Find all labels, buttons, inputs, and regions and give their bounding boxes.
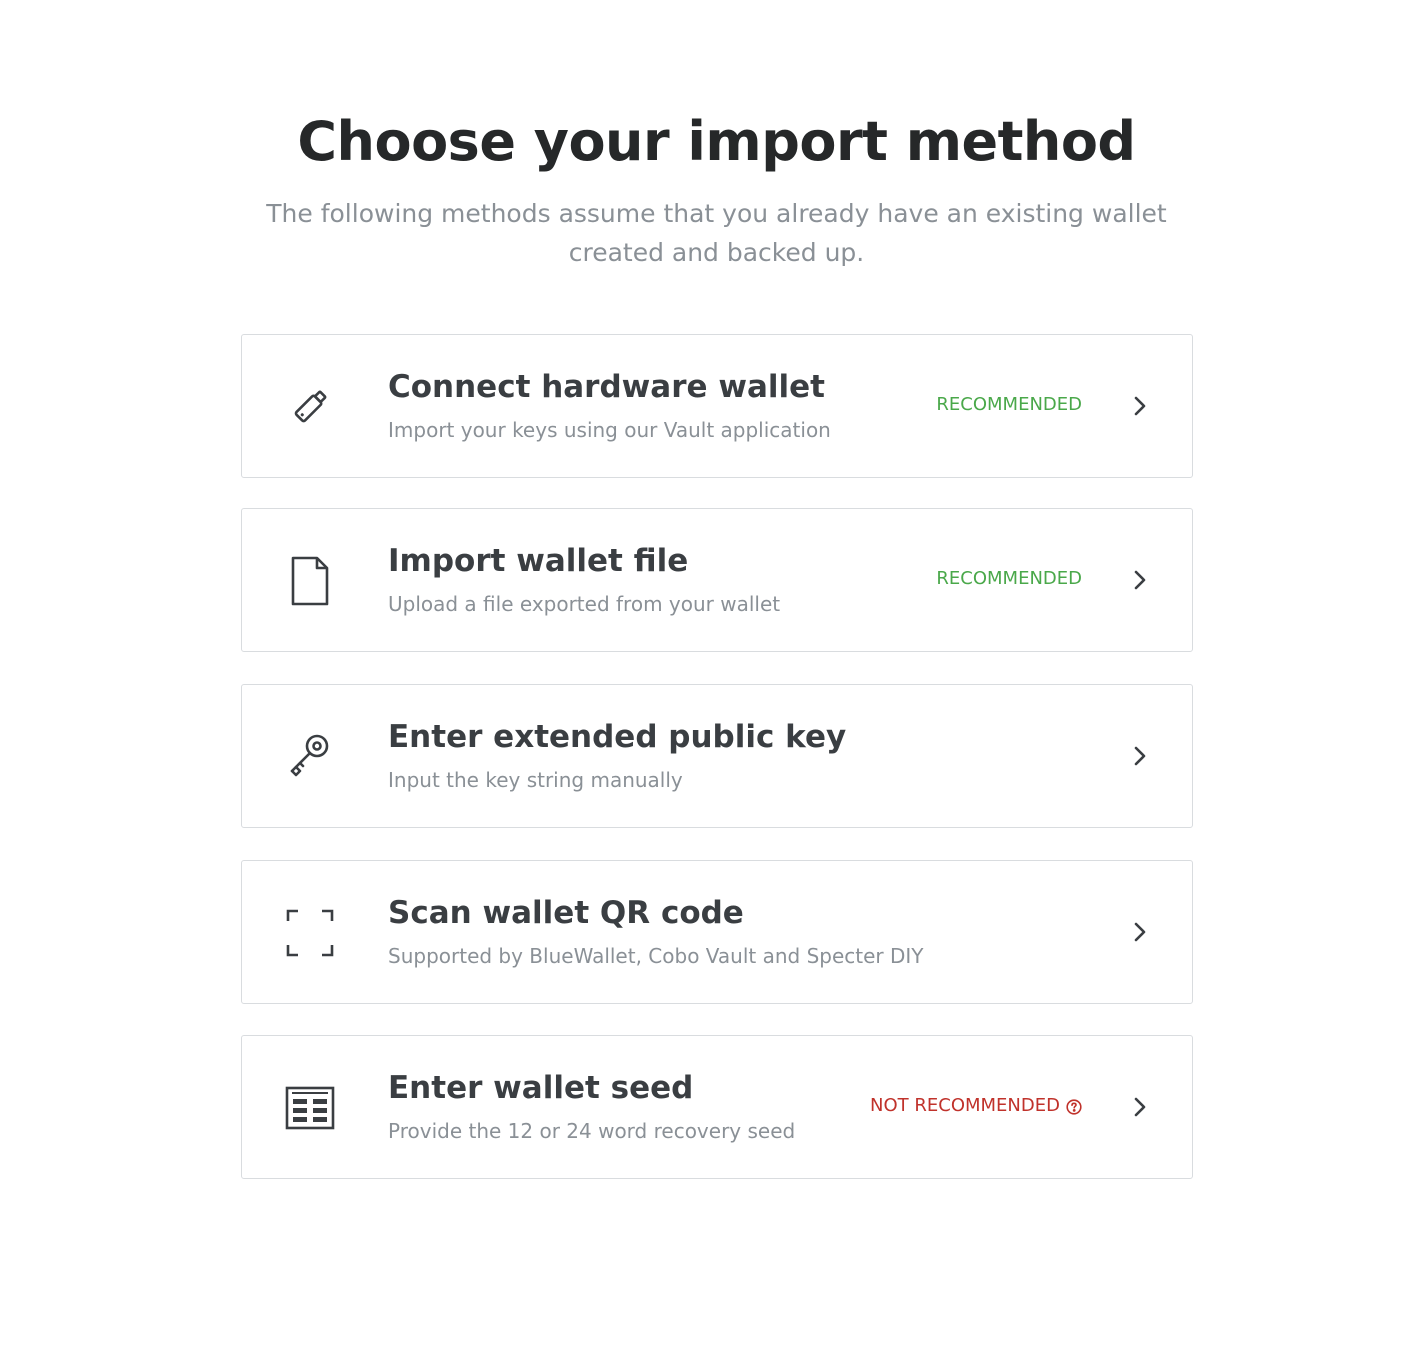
method-title: Enter extended public key [388,719,847,755]
method-card-hardware-wallet[interactable]: Connect hardware wallet Import your keys… [241,334,1193,478]
not-recommended-badge: NOT RECOMMENDED [870,1094,1082,1118]
method-title: Import wallet file [388,543,689,579]
chevron-right-icon [1128,743,1152,769]
chevron-right-icon [1128,1094,1152,1120]
method-description: Upload a file exported from your wallet [388,592,781,616]
method-description: Input the key string manually [388,768,683,792]
recommended-badge: RECOMMENDED [936,567,1082,591]
question-circle-icon[interactable] [1066,1098,1082,1115]
method-card-extended-public-key[interactable]: Enter extended public key Input the key … [241,684,1193,828]
page-title: Choose your import method [297,110,1136,173]
badge-label: RECOMMENDED [936,568,1082,589]
page-subtitle: The following methods assume that you al… [266,199,1167,267]
method-card-qr-code[interactable]: Scan wallet QR code Supported by BlueWal… [241,860,1193,1004]
badge-label: RECOMMENDED [936,394,1082,415]
recommended-badge: RECOMMENDED [936,393,1082,417]
chevron-right-icon [1128,393,1152,419]
key-icon [282,729,338,785]
file-icon [282,553,338,609]
usb-drive-icon [282,379,338,435]
method-card-wallet-file[interactable]: Import wallet file Upload a file exporte… [241,508,1193,652]
seed-list-icon [282,1080,338,1136]
method-description: Provide the 12 or 24 word recovery seed [388,1119,796,1143]
method-title: Connect hardware wallet [388,369,825,405]
qr-scan-icon [282,905,338,961]
chevron-right-icon [1128,919,1152,945]
method-card-wallet-seed[interactable]: Enter wallet seed Provide the 12 or 24 w… [241,1035,1193,1179]
method-title: Enter wallet seed [388,1070,694,1106]
badge-label: NOT RECOMMENDED [870,1095,1060,1116]
method-description: Supported by BlueWallet, Cobo Vault and … [388,944,924,968]
method-description: Import your keys using our Vault applica… [388,418,831,442]
method-title: Scan wallet QR code [388,895,744,931]
chevron-right-icon [1128,567,1152,593]
